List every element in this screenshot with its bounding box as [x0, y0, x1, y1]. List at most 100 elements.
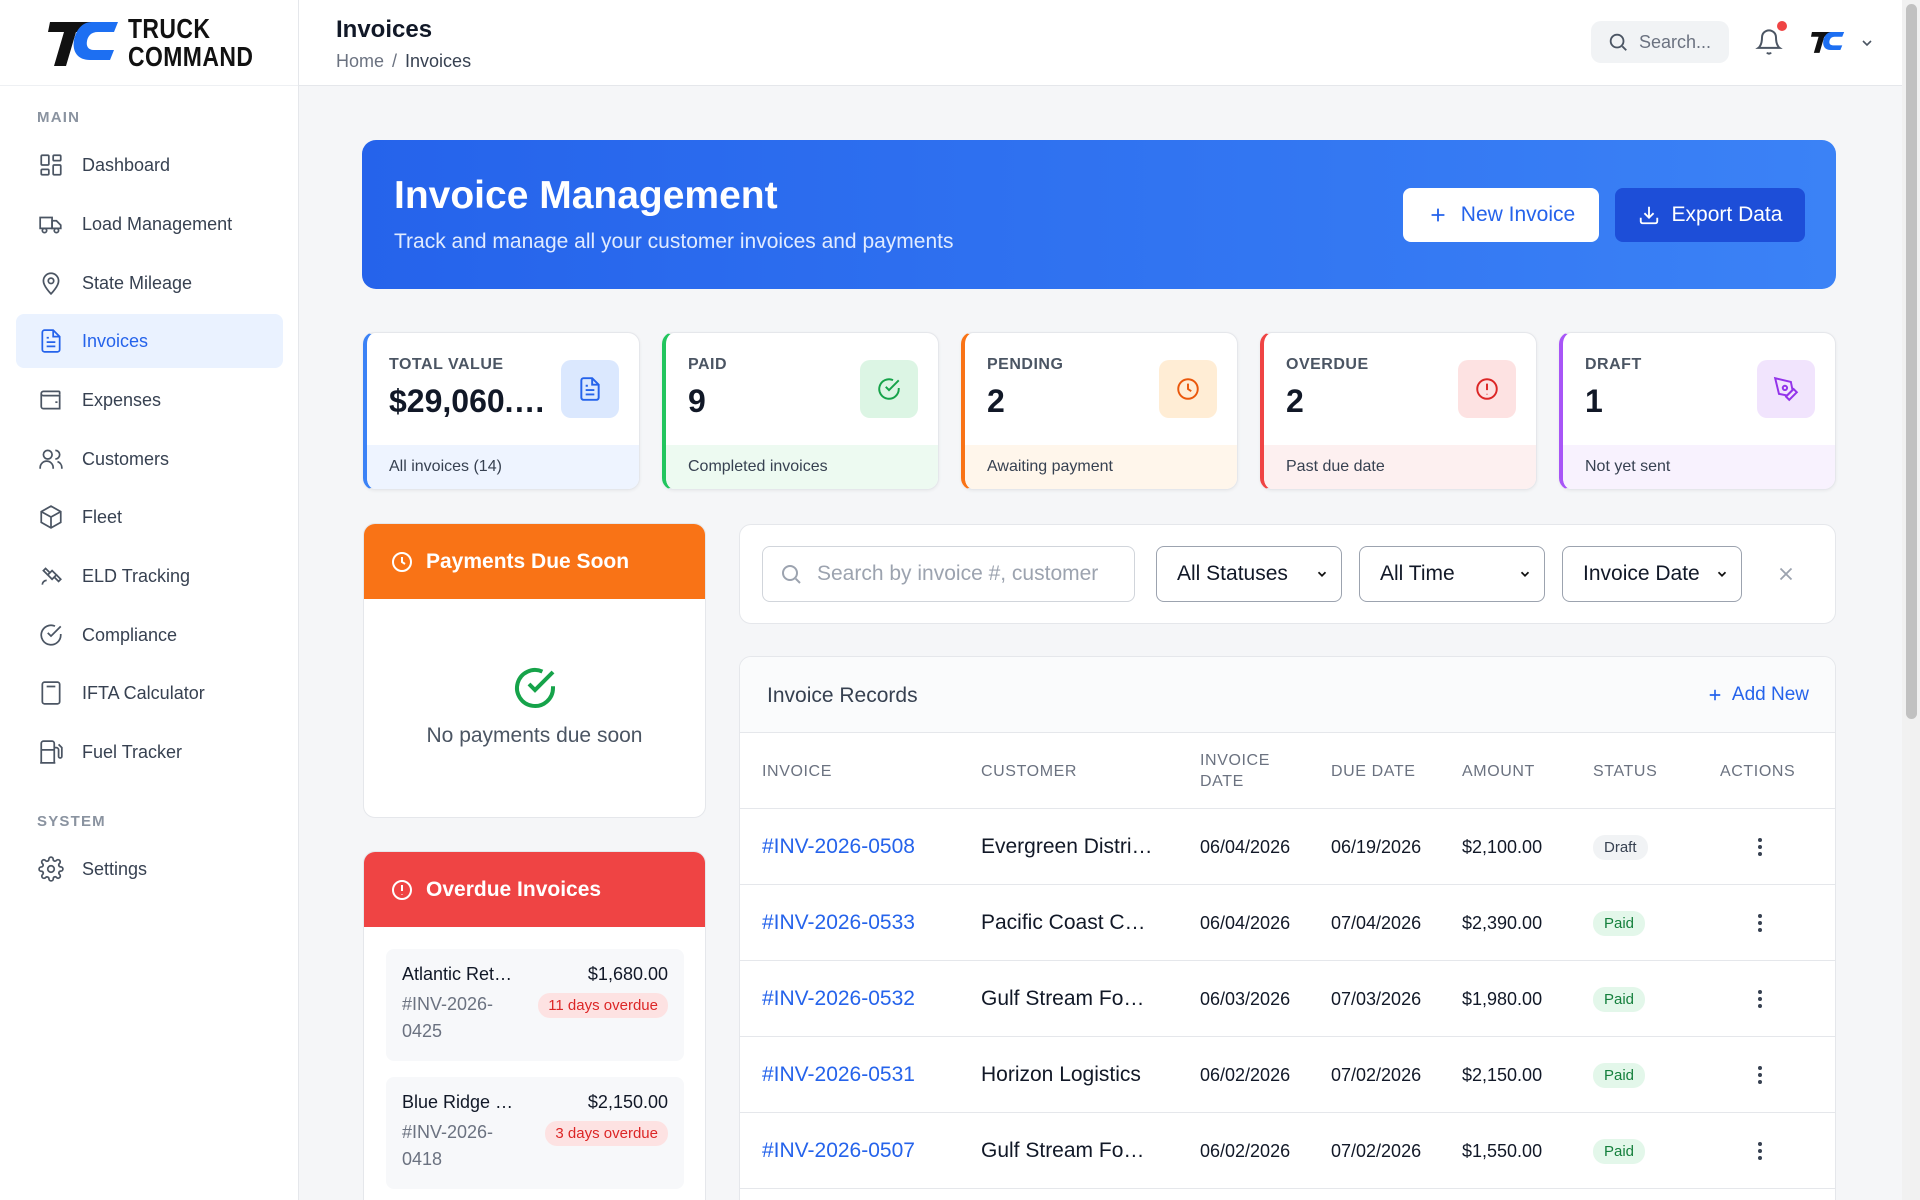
- stat-label: OVERDUE: [1286, 356, 1369, 373]
- overdue-invoices-title: Overdue Invoices: [426, 877, 602, 901]
- sidebar-item-fuel-tracker[interactable]: Fuel Tracker: [16, 725, 283, 779]
- sidebar-item-label: Compliance: [82, 624, 178, 645]
- table-row[interactable]: #INV-2026-0533 Pacific Coast C… 06/04/20…: [740, 885, 1835, 961]
- breadcrumb-current: Invoices: [405, 51, 472, 71]
- row-actions-menu[interactable]: [1757, 885, 1763, 961]
- stat-card-draft[interactable]: DRAFT 1 Not yet sent: [1559, 332, 1836, 490]
- chevron-down-icon: [1317, 571, 1327, 577]
- sidebar-item-label: Fuel Tracker: [82, 741, 183, 762]
- table-row[interactable]: #INV-2026-0531 Horizon Logistics 06/02/2…: [740, 1037, 1835, 1113]
- row-actions-menu[interactable]: [1757, 1037, 1763, 1113]
- payments-due-soon-panel: Payments Due Soon No payments due soon: [363, 523, 706, 818]
- invoice-search-field[interactable]: [762, 546, 1135, 602]
- sidebar-item-settings[interactable]: Settings: [16, 842, 283, 896]
- invoice-number-link[interactable]: #INV-2026-0532: [762, 961, 915, 1037]
- sidebar-item-eld-tracking[interactable]: ELD Tracking: [16, 549, 283, 603]
- sidebar-item-compliance[interactable]: Compliance: [16, 608, 283, 662]
- clear-filters-icon[interactable]: [1775, 563, 1797, 585]
- bell-icon[interactable]: [1755, 28, 1783, 56]
- stat-footer: All invoices (14): [367, 445, 639, 489]
- table-row[interactable]: #INV-2026-0532 Gulf Stream Fo… 06/03/202…: [740, 961, 1835, 1037]
- stat-card-paid[interactable]: PAID 9 Completed invoices: [662, 332, 939, 490]
- row-actions-menu[interactable]: [1757, 809, 1763, 885]
- plus-icon: [1431, 208, 1445, 222]
- invoice-records-header: Invoice Records Add New: [740, 657, 1835, 733]
- chevron-down-icon[interactable]: [1859, 35, 1875, 51]
- stat-label: PENDING: [987, 356, 1064, 373]
- amount-cell: $1,980.00: [1462, 988, 1543, 1009]
- overdue-invoice-number: #INV-2026-0418: [402, 1122, 494, 1169]
- sort-select[interactable]: Invoice Date: [1562, 546, 1742, 602]
- invoice-date-cell: 06/04/2026: [1200, 912, 1291, 933]
- sidebar-item-dashboard[interactable]: Dashboard: [16, 138, 283, 192]
- stat-card-pending[interactable]: PENDING 2 Awaiting payment: [961, 332, 1238, 490]
- stat-card-total-value[interactable]: TOTAL VALUE $29,060.… All invoices (14): [363, 332, 640, 490]
- customer-cell: Evergreen Distri…: [981, 835, 1153, 858]
- file-text-icon: [41, 329, 61, 353]
- due-date-cell: 06/19/2026: [1331, 836, 1422, 857]
- overdue-customer: Blue Ridge …: [402, 1092, 514, 1112]
- row-actions-menu[interactable]: [1757, 1113, 1763, 1189]
- page-title: Invoices: [336, 16, 433, 43]
- time-filter-select[interactable]: All Time: [1359, 546, 1545, 602]
- invoice-number-link[interactable]: #INV-2026-0507: [762, 1113, 915, 1189]
- column-header-invoice-date[interactable]: INVOICE DATE: [1200, 733, 1290, 809]
- sidebar-item-label: Settings: [82, 858, 148, 879]
- check-circle-icon: [878, 378, 900, 400]
- column-header-invoice[interactable]: INVOICE: [762, 733, 832, 809]
- scrollbar-thumb[interactable]: [1906, 4, 1917, 719]
- breadcrumb-separator: /: [392, 51, 398, 71]
- invoice-number-link[interactable]: #INV-2026-0508: [762, 809, 915, 885]
- add-new-button[interactable]: Add New: [1706, 684, 1809, 706]
- invoice-number-link[interactable]: #INV-2026-0531: [762, 1037, 915, 1113]
- stat-value: 2: [1286, 383, 1304, 419]
- sidebar-item-label: Load Management: [82, 213, 233, 234]
- brand-logo[interactable]: TRUCK COMMAND: [0, 0, 298, 86]
- stat-value: 1: [1585, 383, 1603, 419]
- stat-icon-box: [860, 360, 918, 418]
- map-pin-icon: [42, 272, 60, 296]
- stat-footer: Past due date: [1264, 445, 1536, 489]
- top-header: Invoices Home / Invoices Search...: [299, 0, 1920, 86]
- invoice-number-link[interactable]: #INV-2026-0533: [762, 885, 915, 961]
- column-header-customer[interactable]: CUSTOMER: [981, 733, 1077, 809]
- sidebar-item-invoices[interactable]: Invoices: [16, 314, 283, 368]
- new-invoice-button[interactable]: New Invoice: [1403, 188, 1599, 242]
- invoice-date-cell: 06/03/2026: [1200, 988, 1291, 1009]
- table-row[interactable]: #INV-2026-0508 Evergreen Distri… 06/04/2…: [740, 809, 1835, 885]
- overdue-amount: $1,680.00: [587, 964, 668, 984]
- invoice-records-card: Invoice Records Add New INVOICE CUSTOMER…: [739, 656, 1836, 1200]
- sidebar-item-ifta-calculator[interactable]: IFTA Calculator: [16, 666, 283, 720]
- column-header-status[interactable]: STATUS: [1593, 733, 1657, 809]
- page-scrollbar[interactable]: [1902, 0, 1920, 1200]
- filter-bar: All Statuses All Time Invoice Date: [739, 524, 1836, 624]
- sidebar-item-state-mileage[interactable]: State Mileage: [16, 256, 283, 310]
- status-badge: Paid: [1593, 910, 1646, 936]
- sidebar-item-load-management[interactable]: Load Management: [16, 197, 283, 251]
- sidebar-item-customers[interactable]: Customers: [16, 432, 283, 486]
- avatar[interactable]: [1811, 26, 1847, 58]
- overdue-invoice-item[interactable]: Atlantic Ret… $1,680.00 #INV-2026-0425 1…: [386, 949, 684, 1061]
- column-header-amount[interactable]: AMOUNT: [1462, 733, 1535, 809]
- stat-icon-box: [1757, 360, 1815, 418]
- column-header-due-date[interactable]: DUE DATE: [1331, 733, 1416, 809]
- header-search[interactable]: Search...: [1591, 21, 1729, 63]
- check-circle-icon: [40, 624, 62, 646]
- sidebar-item-label: IFTA Calculator: [82, 682, 205, 703]
- notification-dot: [1777, 21, 1787, 31]
- stat-card-overdue[interactable]: OVERDUE 2 Past due date: [1260, 332, 1537, 490]
- sidebar-item-expenses[interactable]: Expenses: [16, 373, 283, 427]
- payments-due-soon-title: Payments Due Soon: [426, 549, 630, 573]
- sidebar-item-label: Expenses: [82, 389, 162, 410]
- breadcrumb-home[interactable]: Home: [336, 51, 384, 72]
- row-actions-menu[interactable]: [1757, 961, 1763, 1037]
- stat-footer: Completed invoices: [666, 445, 938, 489]
- export-data-button[interactable]: Export Data: [1615, 188, 1805, 242]
- invoice-search-input[interactable]: [817, 562, 1107, 586]
- amount-cell: $2,150.00: [1462, 1064, 1543, 1085]
- status-filter-select[interactable]: All Statuses: [1156, 546, 1342, 602]
- stat-value: 2: [987, 383, 1005, 419]
- table-row[interactable]: #INV-2026-0507 Gulf Stream Fo… 06/02/202…: [740, 1113, 1835, 1189]
- sidebar-item-fleet[interactable]: Fleet: [16, 490, 283, 544]
- overdue-invoice-item[interactable]: Blue Ridge … $2,150.00 #INV-2026-0418 3 …: [386, 1077, 684, 1189]
